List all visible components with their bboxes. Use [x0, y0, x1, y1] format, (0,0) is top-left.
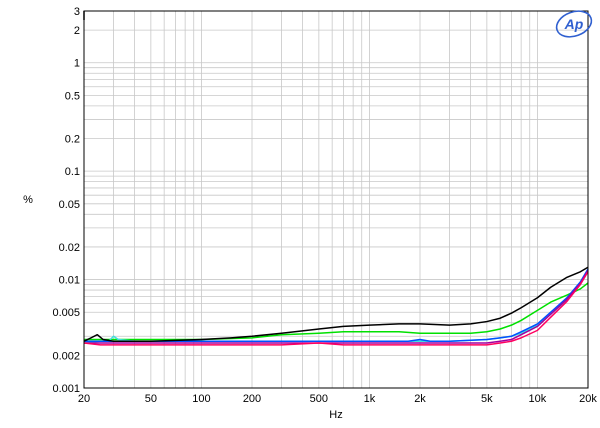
x-tick-label: 50 — [145, 393, 157, 405]
series-lines — [83, 266, 589, 346]
thd-frequency-chart: 3210.50.20.10.050.020.010.0050.0020.001 … — [23, 6, 597, 421]
series-line-1 — [84, 282, 589, 341]
y-axis-label: % — [23, 194, 33, 206]
y-tick-label: 0.2 — [65, 134, 80, 146]
y-tick-label: 0.5 — [65, 90, 80, 102]
x-tick-label: 20k — [579, 393, 597, 405]
y-tick-label: 0.1 — [65, 166, 80, 178]
x-tick-label: 20 — [78, 393, 90, 405]
x-tick-label: 200 — [243, 393, 261, 405]
x-tick-label: 500 — [310, 393, 328, 405]
ap-logo-text: Ap — [564, 16, 584, 32]
series-line-6 — [83, 266, 589, 342]
x-tick-label: 1k — [364, 393, 376, 405]
y-tick-labels: 3 2 1 0.5 0.2 0.1 0.05 0.02 0.01 0.005 0.002 0.001 — [52, 6, 80, 395]
y-tick-label: 0.001 — [52, 383, 80, 395]
y-tick-label: 0.05 — [59, 199, 80, 211]
y-tick-label: 3 — [74, 6, 80, 18]
y-tick-label: 0.005 — [52, 307, 80, 319]
x-axis-label: Hz — [329, 409, 342, 421]
x-tick-label: 5k — [481, 393, 493, 405]
x-tick-labels: 20 50 100 200 500 1k 2k 5k 10k 20k — [78, 393, 597, 405]
y-tick-label: 0.002 — [52, 350, 80, 362]
y-tick-label: 0.01 — [59, 275, 80, 287]
y-tick-label: 2 — [74, 25, 80, 37]
x-tick-label: 10k — [529, 393, 547, 405]
y-tick-label: 0.02 — [59, 242, 80, 254]
ap-logo: Ap — [555, 10, 593, 38]
x-tick-label: 100 — [192, 393, 210, 405]
x-tick-label: 2k — [414, 393, 426, 405]
series-line-5 — [83, 271, 589, 346]
grid-lines — [83, 10, 589, 389]
y-tick-label: 1 — [74, 58, 80, 70]
